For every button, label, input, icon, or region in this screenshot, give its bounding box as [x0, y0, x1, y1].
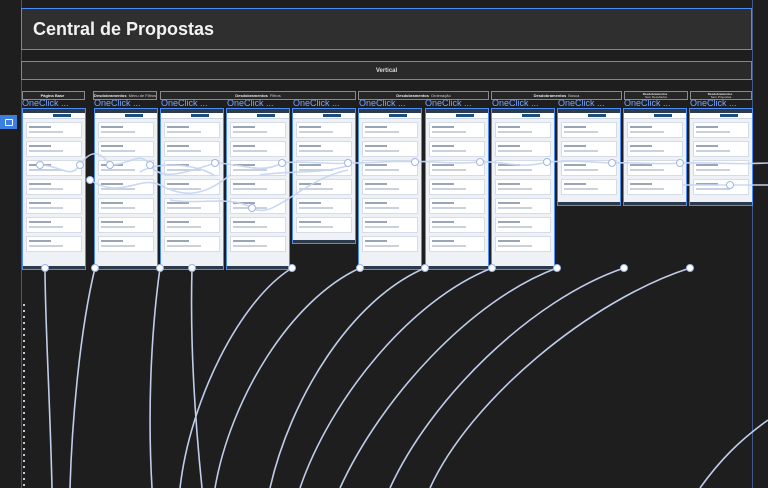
- connector-dots: [22, 302, 26, 488]
- panel-toggle-button[interactable]: [0, 115, 17, 129]
- panel-icon: [4, 118, 13, 126]
- design-canvas[interactable]: Central de Propostas Vertical Página Bas…: [0, 0, 768, 488]
- prototype-connections: [36, 152, 768, 488]
